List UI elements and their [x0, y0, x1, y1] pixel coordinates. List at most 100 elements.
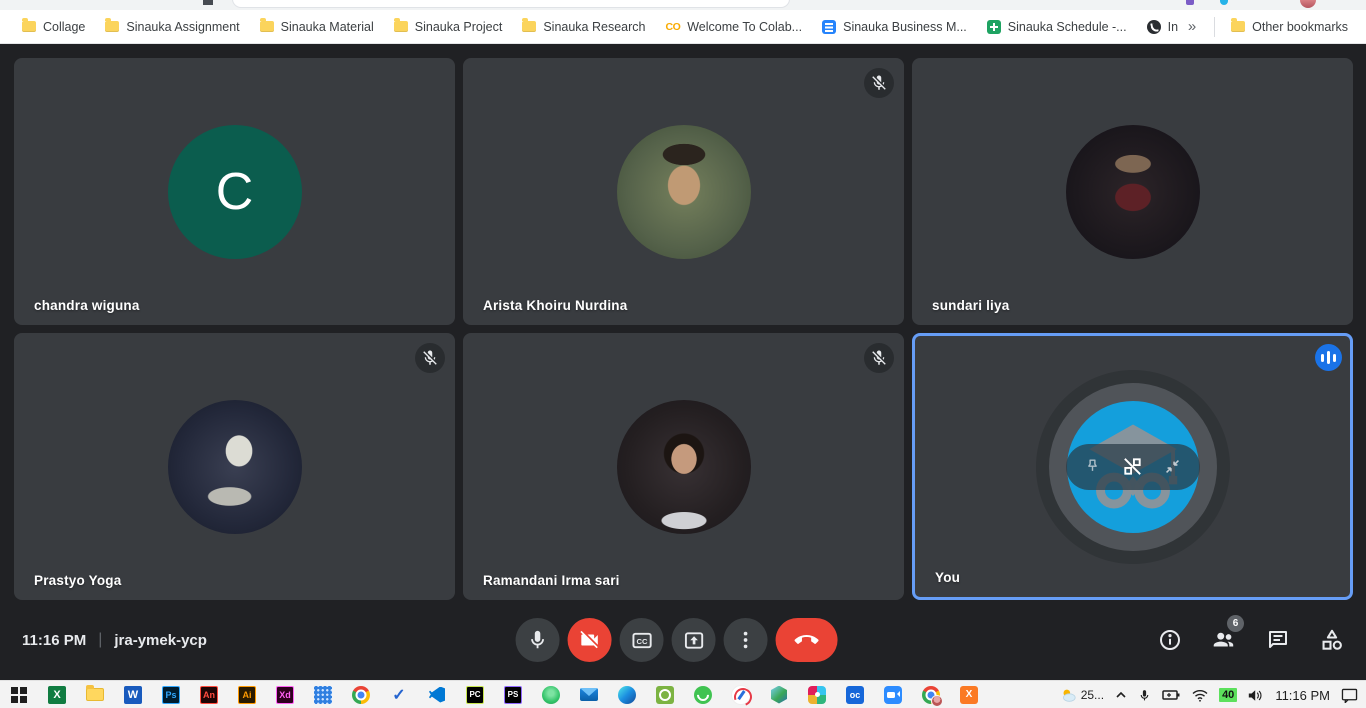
excel-glyph: X — [48, 686, 66, 704]
camera-app-icon[interactable] — [646, 681, 684, 708]
extension-icon — [1220, 0, 1228, 5]
android-app-glyph — [542, 686, 560, 704]
pin-button[interactable] — [1083, 457, 1102, 476]
zoom-glyph — [884, 686, 902, 704]
participant-tile-arista-khoiru-nurdina[interactable]: Arista Khoiru Nurdina — [463, 58, 904, 325]
present-icon — [682, 629, 705, 652]
leave-call-button[interactable] — [776, 618, 838, 662]
bookmark-sinauka-project[interactable]: Sinauka Project — [386, 16, 511, 38]
photoshop-icon[interactable]: Ps — [152, 681, 190, 708]
other-bookmarks-button[interactable]: Other bookmarks — [1223, 16, 1356, 38]
browser-topbar-sliver — [0, 0, 1366, 10]
animate-icon[interactable]: An — [190, 681, 228, 708]
action-center-button[interactable] — [1341, 688, 1358, 703]
chrome-icon[interactable] — [342, 681, 380, 708]
mail-glyph — [580, 688, 598, 701]
meeting-code: jra-ymek-ycp — [114, 632, 207, 649]
start-button[interactable] — [0, 681, 38, 708]
chrome-profile-icon[interactable] — [912, 681, 950, 708]
tile-hover-controls — [1066, 444, 1200, 490]
participant-tile-sundari-liya[interactable]: sundari liya — [912, 58, 1353, 325]
browser-profile-avatar — [1300, 0, 1316, 8]
edge-icon[interactable] — [608, 681, 646, 708]
participants-button[interactable]: 6 — [1208, 624, 1240, 656]
slack-icon[interactable] — [798, 681, 836, 708]
participant-tile-ramandani-irma-sari[interactable]: Ramandani Irma sari — [463, 333, 904, 600]
activities-button[interactable] — [1316, 624, 1348, 656]
bookmark-collage[interactable]: Collage — [14, 16, 93, 38]
call-controls: CC — [516, 618, 838, 662]
participant-name: Arista Khoiru Nurdina — [483, 298, 627, 313]
tray-clock[interactable]: 11:16 PM — [1275, 688, 1330, 703]
bookmark-label: Sinauka Schedule -... — [1008, 20, 1127, 34]
mail-icon[interactable] — [570, 681, 608, 708]
tray-mic[interactable] — [1138, 688, 1151, 703]
calendar-icon[interactable] — [304, 681, 342, 708]
adobe-xd-icon[interactable]: Xd — [266, 681, 304, 708]
illustrator-icon[interactable]: Ai — [228, 681, 266, 708]
mic-button[interactable] — [516, 618, 560, 662]
chevron-up-icon — [1115, 690, 1127, 700]
bookmarks-bar: CollageSinauka AssignmentSinauka Materia… — [0, 10, 1366, 44]
bookmark-sinauka-business-m[interactable]: Sinauka Business M... — [814, 16, 975, 38]
weather-widget[interactable]: 25... — [1060, 688, 1104, 703]
avatar: C — [168, 125, 302, 259]
more-options-button[interactable] — [724, 618, 768, 662]
tray-overflow-chevron[interactable] — [1115, 690, 1127, 700]
tray-battery[interactable] — [1162, 689, 1181, 701]
filmora-icon[interactable] — [722, 681, 760, 708]
call-end-icon — [795, 628, 819, 652]
participant-tile-you[interactable]: You — [912, 333, 1353, 600]
xampp-glyph: X — [960, 686, 978, 704]
hexagon-app-icon[interactable] — [760, 681, 798, 708]
bookmarks-overflow-chevron[interactable]: » — [1178, 16, 1206, 37]
bookmark-invision[interactable]: InVision — [1139, 16, 1178, 38]
phpstorm-icon[interactable]: PS — [494, 681, 532, 708]
excel-icon[interactable]: X — [38, 681, 76, 708]
extension-icon — [1186, 0, 1194, 5]
bookmark-welcome-to-colab[interactable]: Welcome To Colab... — [657, 16, 810, 38]
folder-icon — [105, 21, 119, 32]
center-action-button[interactable] — [1121, 455, 1144, 478]
whatsapp-icon[interactable] — [684, 681, 722, 708]
participant-tile-chandra-wiguna[interactable]: C chandra wiguna — [14, 58, 455, 325]
folder-icon — [1231, 21, 1245, 32]
word-icon[interactable]: W — [114, 681, 152, 708]
pycharm-glyph: PC — [466, 686, 484, 704]
docs-icon — [822, 20, 836, 34]
participant-tile-prastyo-yoga[interactable]: Prastyo Yoga — [14, 333, 455, 600]
participant-name: Ramandani Irma sari — [483, 573, 620, 588]
zoom-icon[interactable] — [874, 681, 912, 708]
divider: | — [98, 631, 102, 649]
adobe-xd-glyph: Xd — [276, 686, 294, 704]
speaking-indicator — [1315, 344, 1342, 371]
present-button[interactable] — [672, 618, 716, 662]
bookmark-sinauka-assignment[interactable]: Sinauka Assignment — [97, 16, 247, 38]
vscode-icon[interactable] — [418, 681, 456, 708]
oc-app-icon[interactable]: oc — [836, 681, 874, 708]
participant-name: chandra wiguna — [34, 298, 140, 313]
battery-percent-badge[interactable]: 40 — [1219, 688, 1237, 702]
file-explorer-icon[interactable] — [76, 681, 114, 708]
pycharm-icon[interactable]: PC — [456, 681, 494, 708]
camera-off-button[interactable] — [568, 618, 612, 662]
action-center-icon — [1341, 688, 1358, 703]
bookmark-sinauka-schedule[interactable]: Sinauka Schedule -... — [979, 16, 1135, 38]
audio-bar — [1333, 354, 1337, 362]
other-bookmarks-label: Other bookmarks — [1252, 20, 1348, 34]
captions-button[interactable]: CC — [620, 618, 664, 662]
bookmark-sinauka-research[interactable]: Sinauka Research — [514, 16, 653, 38]
todo-check-icon[interactable] — [380, 681, 418, 708]
bookmark-sinauka-material[interactable]: Sinauka Material — [252, 16, 382, 38]
tray-wifi[interactable] — [1192, 689, 1208, 702]
slack-glyph — [808, 686, 826, 704]
chat-button[interactable] — [1262, 624, 1294, 656]
chrome-glyph — [352, 686, 370, 704]
tray-volume[interactable] — [1248, 689, 1264, 702]
xampp-icon[interactable]: X — [950, 681, 988, 708]
speaker-icon — [1248, 689, 1264, 702]
minimize-tile-button[interactable] — [1163, 457, 1182, 476]
battery-percent: 40 — [1219, 688, 1237, 702]
meeting-details-button[interactable] — [1154, 624, 1186, 656]
android-app-icon[interactable] — [532, 681, 570, 708]
